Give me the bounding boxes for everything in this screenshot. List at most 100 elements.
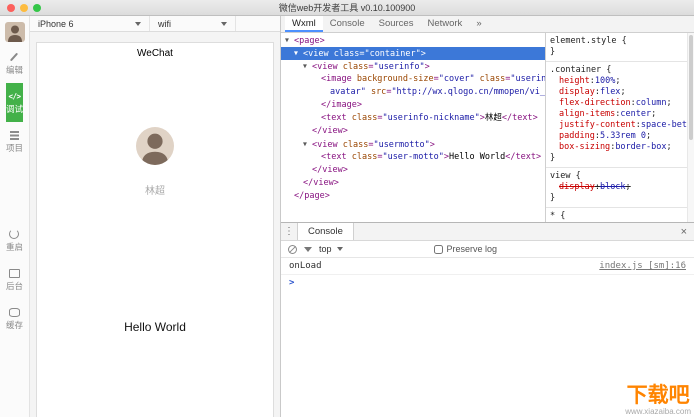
css-punct: ; — [620, 87, 625, 97]
console-header: ⋮ Console × — [281, 223, 694, 241]
sidebar-item-project[interactable]: 项目 — [6, 122, 23, 161]
wxml-token: "userinfo" — [373, 62, 424, 72]
wxml-token: view — [317, 140, 337, 150]
wxml-token: > — [325, 191, 330, 201]
sidebar-item-edit[interactable]: 编辑 — [6, 44, 23, 83]
minimize-window-button[interactable] — [20, 4, 28, 12]
css-rule[interactable]: view {display:block;} — [546, 168, 687, 208]
css-property-name: justify-content — [559, 120, 636, 130]
css-selector-line[interactable]: element.style { — [550, 36, 683, 47]
debug-icon — [8, 90, 20, 102]
console-prompt[interactable]: > — [281, 275, 694, 291]
clear-console-icon[interactable] — [288, 245, 297, 254]
css-rule[interactable]: * {margin:0;} — [546, 208, 687, 222]
wxml-token: src — [366, 87, 386, 97]
devtools-tab-console[interactable]: Console — [323, 16, 372, 32]
wxml-token: > — [425, 62, 430, 72]
sidebar-item-background[interactable]: 后台 — [6, 260, 23, 299]
wxml-node-line[interactable]: <image background-size="cover" class="us… — [281, 73, 545, 86]
css-close-line: } — [550, 47, 683, 58]
wxml-node-line[interactable]: <text class="userinfo-nickname">林超</text… — [281, 112, 545, 125]
execution-context-dropdown[interactable]: top — [319, 244, 343, 254]
app-window: 微信web开发者工具 v0.10.100900 编辑调试项目 重启后台缓存 iP… — [0, 0, 694, 417]
wxml-node-line[interactable]: </page> — [281, 190, 545, 203]
wxml-token: > — [320, 36, 325, 46]
wxml-node-line[interactable]: avatar" src="http://wx.qlogo.cn/mmopen/v… — [281, 86, 545, 99]
wxml-token: page — [299, 36, 319, 46]
sidebar-item-debug[interactable]: 调试 — [6, 83, 23, 122]
wxml-token: class — [347, 113, 378, 123]
wxml-node-line[interactable]: </image> — [281, 99, 545, 112]
css-property-line[interactable]: display:flex; — [550, 87, 683, 98]
sidebar-item-label: 后台 — [6, 282, 23, 291]
chevron-down-icon — [135, 22, 141, 26]
wxml-node-line[interactable]: ▼<view class="userinfo"> — [281, 60, 545, 73]
userinfo-avatar[interactable] — [136, 127, 174, 165]
userinfo-nickname: 林超 — [37, 182, 273, 197]
device-dropdown[interactable]: iPhone 6 — [30, 16, 150, 31]
css-property-line[interactable]: padding:5.33rem 0; — [550, 131, 683, 142]
drawer-menu-icon[interactable]: ⋮ — [281, 223, 297, 240]
css-brace: } — [550, 47, 555, 57]
wxml-token: text — [326, 113, 346, 123]
scrollbar-thumb[interactable] — [689, 35, 693, 140]
sidebar-item-label: 编辑 — [6, 66, 23, 75]
wxml-node-line[interactable]: ▼<view class="usermotto"> — [281, 138, 545, 151]
zoom-window-button[interactable] — [33, 4, 41, 12]
sidebar-item-cache[interactable]: 缓存 — [6, 299, 23, 338]
css-property-value: 100% — [595, 76, 615, 86]
css-property-line[interactable]: align-items:center; — [550, 109, 683, 120]
wxml-node-line[interactable]: <text class="user-motto">Hello World</te… — [281, 151, 545, 164]
log-source-link[interactable]: index.js [sm]:16 — [599, 261, 686, 271]
close-window-button[interactable] — [7, 4, 15, 12]
devtools-tab-network[interactable]: Network — [420, 16, 469, 32]
watermark: 下载吧 www.xiazaiba.com — [625, 384, 691, 416]
sidebar-top-items: 编辑调试项目 — [6, 44, 23, 161]
css-punct: ; — [667, 98, 672, 108]
wxml-token: > — [343, 126, 348, 136]
css-selector: element.style — [550, 36, 617, 46]
user-avatar[interactable] — [5, 22, 25, 42]
css-property-line[interactable]: flex-direction:column; — [550, 98, 683, 109]
css-property-line[interactable]: height:100%; — [550, 76, 683, 87]
chevron-down-icon — [221, 22, 227, 26]
css-selector-line[interactable]: * { — [550, 211, 683, 222]
sidebar-item-label: 项目 — [6, 144, 23, 153]
wxml-node-line[interactable]: </view> — [281, 125, 545, 138]
wxml-token: view — [313, 178, 333, 188]
wxml-node-line[interactable]: ▼<view class="container"> — [281, 47, 545, 60]
console-log-row: onLoad index.js [sm]:16 — [281, 258, 694, 275]
wxml-token: class — [475, 74, 506, 84]
wxml-token: </ — [321, 100, 331, 110]
wxml-token: </ — [502, 113, 512, 123]
cache-icon — [9, 306, 20, 318]
sidebar-item-restart[interactable]: 重启 — [6, 221, 23, 260]
css-selector-line[interactable]: .container { — [550, 65, 683, 76]
devtools-panel: WxmlConsoleSourcesNetwork» ▼<page>▼<view… — [280, 16, 694, 417]
css-property-line[interactable]: justify-content:space-between; — [550, 120, 683, 131]
devtools-tab-wxml[interactable]: Wxml — [285, 16, 323, 32]
close-drawer-icon[interactable]: × — [674, 223, 694, 240]
devtools-tab-sources[interactable]: Sources — [372, 16, 421, 32]
css-selector: .container — [550, 65, 601, 75]
wxml-node-line[interactable]: </view> — [281, 177, 545, 190]
css-rule[interactable]: .container {height:100%;display:flex;fle… — [546, 62, 687, 168]
devtools-tab-[interactable]: » — [469, 16, 488, 32]
styles-scrollbar[interactable] — [687, 33, 694, 222]
css-rule[interactable]: element.style {} — [546, 33, 687, 62]
network-dropdown[interactable]: wifi — [150, 16, 236, 31]
phone-screen[interactable]: WeChat 林超 Hello World — [36, 42, 274, 417]
css-selector-line[interactable]: view { — [550, 171, 683, 182]
preserve-log-checkbox[interactable] — [434, 245, 443, 254]
window-title: 微信web开发者工具 v0.10.100900 — [279, 1, 416, 14]
wxml-node-line[interactable]: ▼<page> — [281, 34, 545, 47]
wxml-node-line[interactable]: </view> — [281, 164, 545, 177]
filter-icon[interactable] — [304, 247, 312, 252]
console-tab[interactable]: Console — [297, 223, 354, 240]
devtools-body: ▼<page>▼<view class="container">▼<view c… — [281, 33, 694, 222]
css-property-line[interactable]: display:block; — [550, 182, 683, 193]
wxml-token: text — [326, 152, 346, 162]
sidebar-item-label: 重启 — [6, 243, 23, 252]
log-message: onLoad — [289, 261, 322, 271]
css-property-line[interactable]: box-sizing:border-box; — [550, 142, 683, 153]
